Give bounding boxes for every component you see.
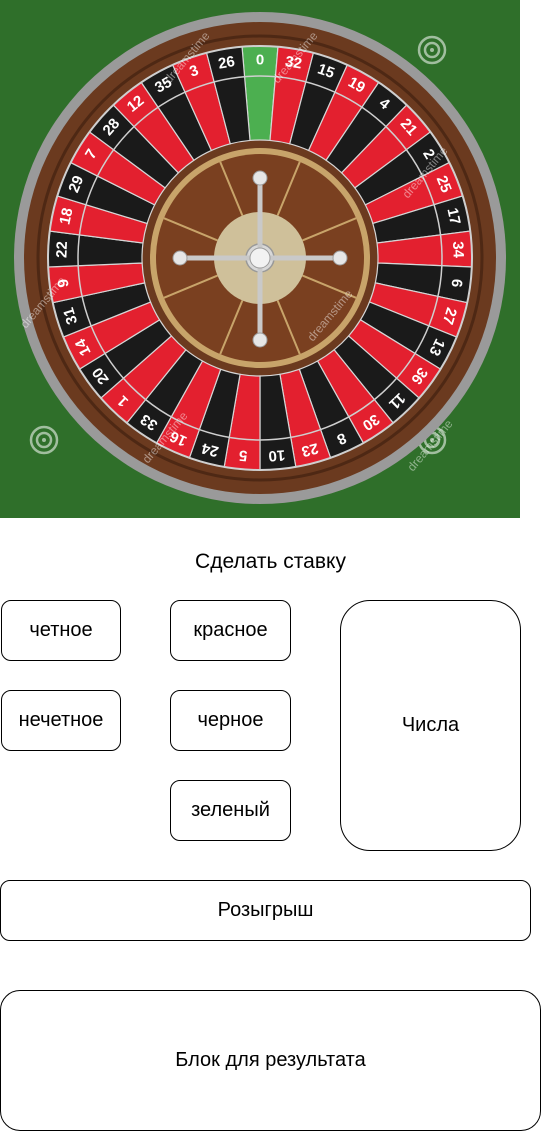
bet-black-label: черное (197, 709, 264, 731)
roulette-wheel: 0 32 1519421225173462713361130823105241633… (14, 12, 506, 504)
bet-odd-button[interactable]: нечетное (1, 690, 121, 751)
bet-even-button[interactable]: четное (1, 600, 121, 661)
bet-green-button[interactable]: зеленый (170, 780, 291, 841)
draw-button[interactable]: Розыгрыш (0, 880, 531, 941)
bet-heading: Сделать ставку (195, 550, 346, 573)
bet-even-label: четное (29, 619, 93, 641)
bet-odd-label: нечетное (18, 709, 104, 731)
bet-red-label: красное (193, 619, 268, 641)
bet-numbers-label: Числа (401, 714, 460, 736)
wheel-number: 26 (217, 53, 236, 73)
wheel-number: 34 (449, 241, 467, 259)
wheel-number: 5 (238, 446, 248, 464)
result-block: Блок для результата (0, 990, 541, 1131)
draw-button-label: Розыгрыш (217, 899, 314, 921)
bet-red-button[interactable]: красное (170, 600, 291, 661)
bet-black-button[interactable]: черное (170, 690, 291, 751)
roulette-wheel-image: 0 32 15 19 4 21 2 25 17 34 6 27 13 36 11 30 8 23 10 5 24 16 33… (0, 0, 520, 518)
wheel-number: 10 (268, 446, 286, 464)
bet-numbers-button[interactable]: Числа (340, 600, 521, 851)
watermark-swirl-icon (29, 425, 59, 455)
wheel-number: 0 (256, 52, 264, 69)
wheel-number: 22 (53, 241, 71, 258)
bet-green-label: зеленый (191, 799, 270, 821)
watermark-swirl-icon (417, 35, 447, 65)
result-block-label: Блок для результата (175, 1049, 366, 1071)
wheel-number: 18 (56, 206, 76, 226)
wheel-number: 17 (443, 206, 463, 226)
